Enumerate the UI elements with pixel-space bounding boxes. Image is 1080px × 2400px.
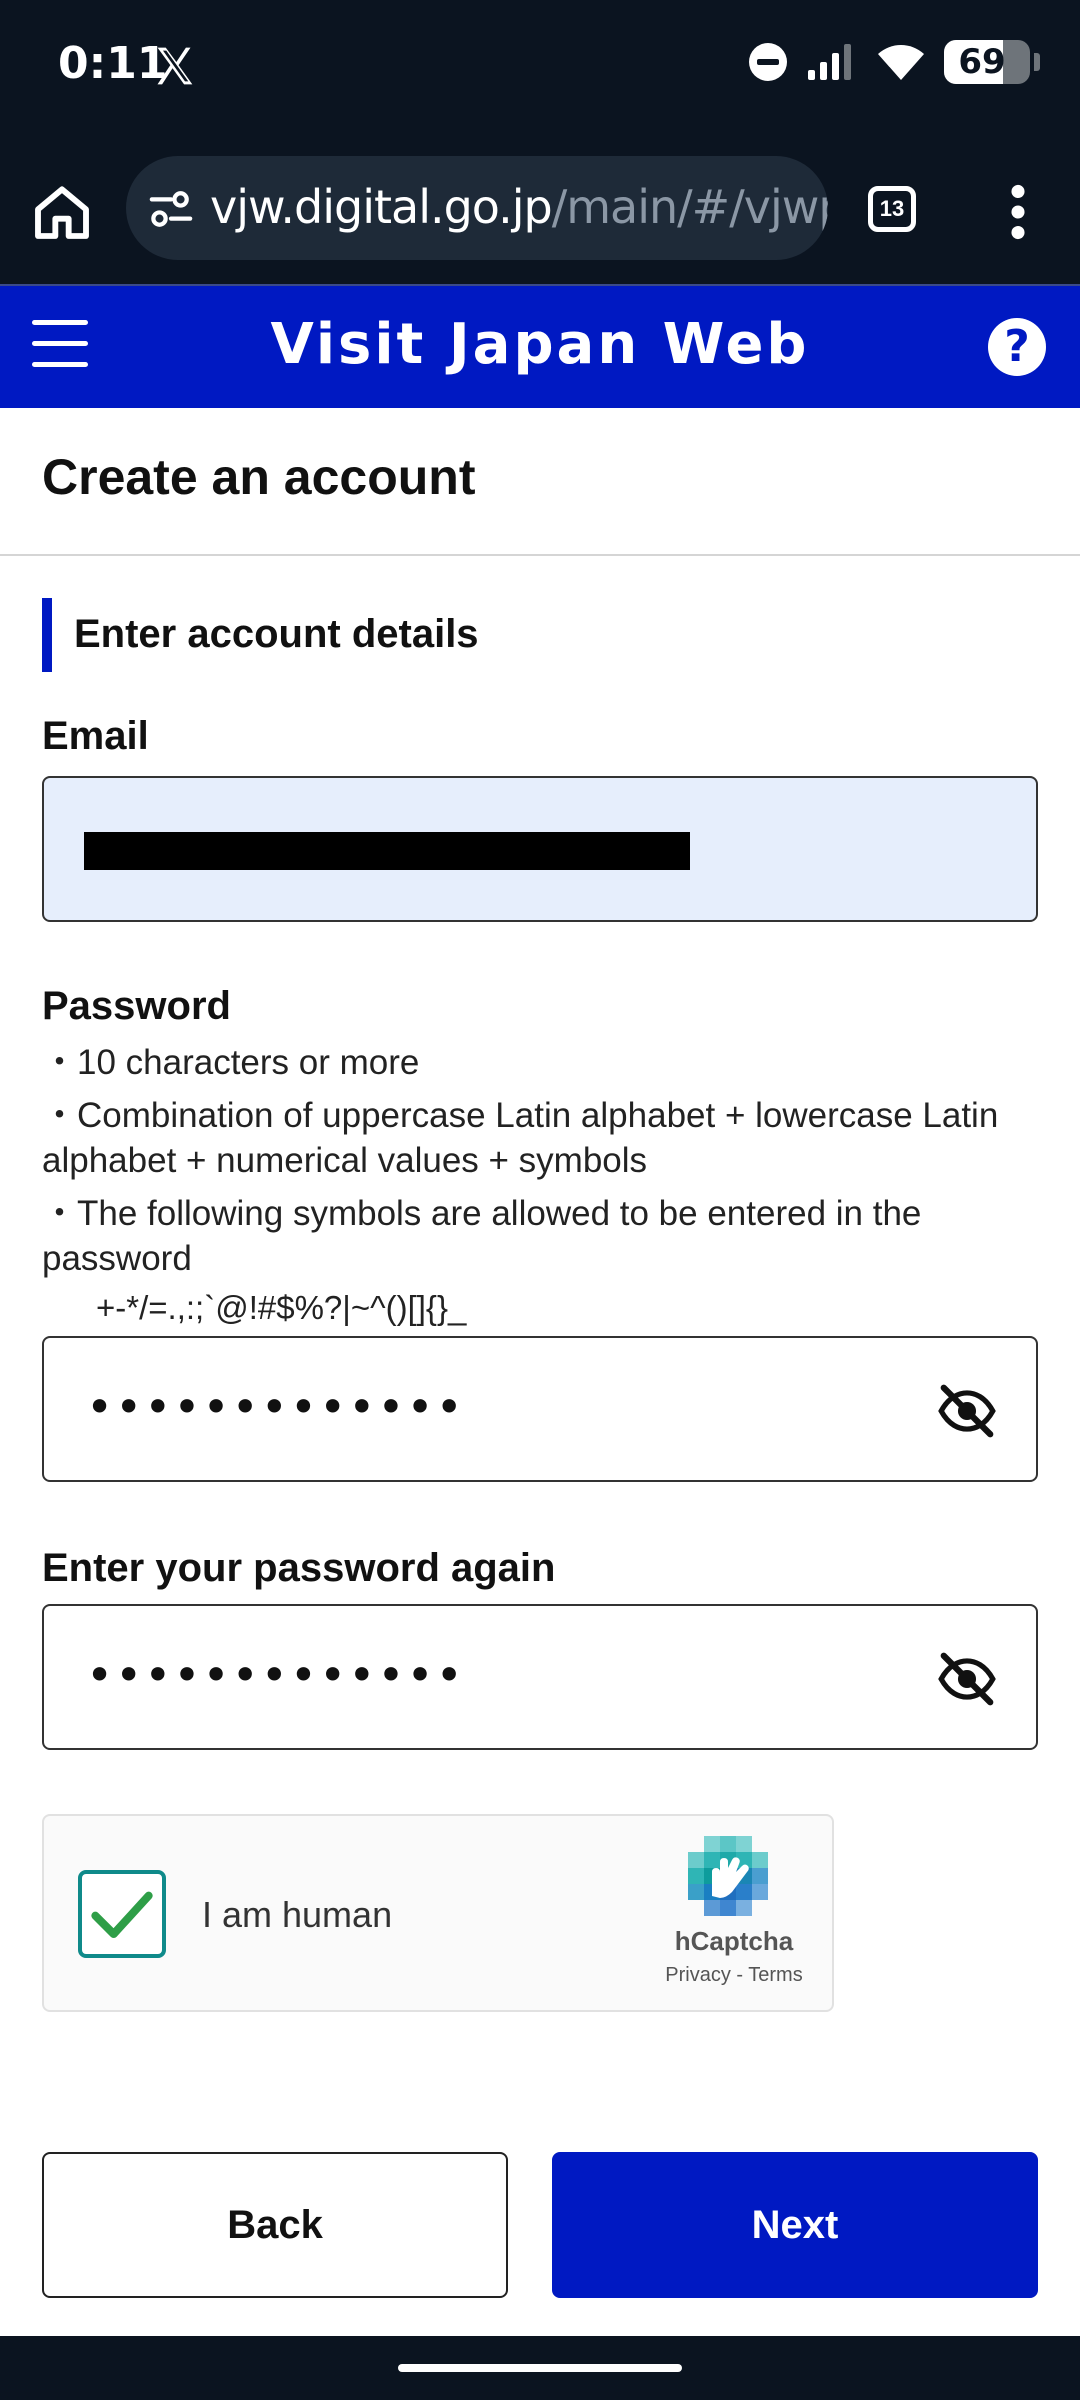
app-header: Visit Japan Web ? [0, 284, 1080, 408]
password-field[interactable]: ••••••••••••• [42, 1336, 1038, 1482]
checkmark-icon [91, 1891, 153, 1938]
captcha-privacy-terms-links[interactable]: Privacy - Terms [644, 1964, 824, 1987]
email-field[interactable] [42, 776, 1038, 922]
browser-toolbar: vjw.digital.go.jp/main/#/vjwp 13 [0, 140, 1080, 284]
tab-switcher-button[interactable]: 13 [868, 186, 916, 232]
password-requirements: ・10 characters or more ・Combination of u… [42, 1040, 1042, 1330]
app-title: Visit Japan Web [270, 312, 810, 377]
allowed-symbols: +-*/=.,:;`@!#$%?|~^()[]{}_ [96, 1289, 467, 1326]
password-value: ••••••••••••• [86, 1380, 465, 1434]
email-label: Email [42, 714, 149, 758]
url-domain: vjw.digital.go.jp [210, 180, 553, 234]
battery-icon: 69 [944, 40, 1030, 84]
captcha-checkbox[interactable] [78, 1870, 166, 1958]
hcaptcha-brand: hCaptcha [674, 1926, 794, 1956]
help-icon[interactable]: ? [988, 318, 1046, 376]
site-settings-icon[interactable] [148, 186, 194, 232]
eye-slash-icon[interactable] [936, 1648, 998, 1710]
x-app-icon [157, 47, 193, 85]
section-heading: Enter account details [42, 598, 479, 672]
home-gesture-handle[interactable] [398, 2364, 682, 2372]
captcha-label: I am human [202, 1894, 393, 1935]
title-divider [0, 554, 1080, 556]
battery-percent: 69 [958, 42, 1006, 82]
password-rule-length: ・10 characters or more [42, 1043, 420, 1082]
confirm-password-value: ••••••••••••• [86, 1648, 465, 1702]
hcaptcha-logo-icon [688, 1836, 768, 1916]
redacted-email [84, 832, 690, 870]
signal-icon [808, 44, 851, 80]
eye-slash-icon[interactable] [936, 1380, 998, 1442]
hcaptcha-widget: I am human hCaptcha Privacy - Terms [42, 1814, 834, 2012]
system-navigation-bar [0, 2336, 1080, 2400]
next-button[interactable]: Next [552, 2152, 1038, 2298]
status-icons: 69 [748, 40, 1040, 84]
status-bar: 0:11 69 [0, 0, 1080, 140]
confirm-password-field[interactable]: ••••••••••••• [42, 1604, 1038, 1750]
page-title: Create an account [42, 449, 476, 505]
url-path: /main/#/vjwp [551, 180, 828, 234]
do-not-disturb-icon [749, 43, 787, 81]
back-button[interactable]: Back [42, 2152, 508, 2298]
address-bar[interactable]: vjw.digital.go.jp/main/#/vjwp [126, 156, 828, 260]
password-rule-symbols: ・The following symbols are allowed to be… [42, 1194, 922, 1278]
password-rule-combination: ・Combination of uppercase Latin alphabet… [42, 1096, 999, 1180]
url-text[interactable]: vjw.digital.go.jp/main/#/vjwp [210, 180, 828, 234]
home-icon[interactable] [30, 180, 94, 244]
battery-nub [1034, 53, 1040, 71]
more-options-icon[interactable] [1000, 184, 1036, 240]
wifi-icon [878, 45, 924, 80]
password-label: Password [42, 984, 231, 1028]
confirm-password-label: Enter your password again [42, 1546, 556, 1590]
